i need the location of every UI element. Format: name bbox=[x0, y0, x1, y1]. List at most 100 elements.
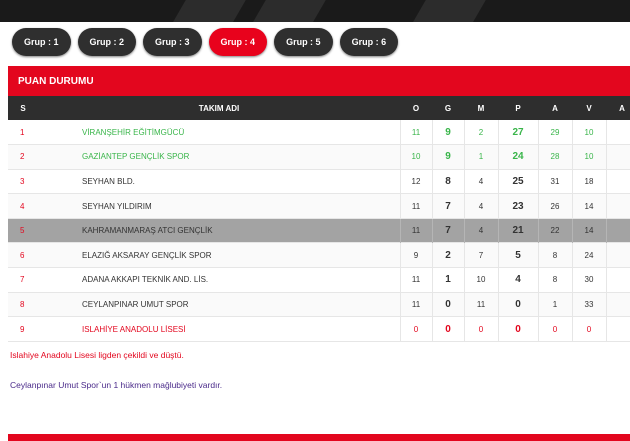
table-row: 1 VİRANŞEHİR EĞİTİMGÜCÜ 11 9 2 27 29 10 bbox=[8, 120, 630, 145]
cell-empty bbox=[605, 169, 630, 194]
cell-m: 4 bbox=[463, 169, 498, 194]
table-row: 6 ELAZIĞ AKSARAY GENÇLİK SPOR 9 2 7 5 8 24 bbox=[8, 242, 630, 268]
cell-pos: 9 bbox=[20, 324, 25, 334]
cell-o: 0 bbox=[399, 316, 432, 342]
cell-empty bbox=[605, 144, 630, 170]
cell-pos: 2 bbox=[20, 152, 25, 162]
cell-g: 1 bbox=[431, 267, 464, 293]
col-header-p: P bbox=[515, 103, 521, 113]
cell-a: 22 bbox=[537, 218, 572, 243]
cell-v: 24 bbox=[571, 242, 606, 268]
cell-empty bbox=[605, 218, 630, 243]
cell-a: 1 bbox=[537, 292, 572, 317]
table-row: 4 SEYHAN YILDIRIM 11 7 4 23 26 14 bbox=[8, 193, 630, 219]
cell-a: 8 bbox=[537, 267, 572, 293]
cell-o: 11 bbox=[399, 267, 432, 293]
cell-pos: 6 bbox=[20, 250, 25, 260]
cell-team: KAHRAMANMARAŞ ATCI GENÇLİK bbox=[82, 226, 213, 236]
cell-team: ISLAHİYE ANADOLU LİSESİ bbox=[82, 324, 186, 334]
tab-grup-4[interactable]: Grup : 4 bbox=[208, 28, 268, 56]
cell-v: 0 bbox=[571, 316, 606, 342]
cell-o: 11 bbox=[399, 292, 432, 317]
table-row: 3 SEYHAN BLD. 12 8 4 25 31 18 bbox=[8, 169, 630, 194]
cell-v: 33 bbox=[571, 292, 606, 317]
note-withdrawn: Islahiye Anadolu Lisesi ligden çekildi v… bbox=[10, 350, 184, 360]
col-header-g: G bbox=[444, 103, 452, 113]
col-header-s: S bbox=[20, 103, 26, 113]
table-row: 7 ADANA AKKAPI TEKNİK AND. LİS. 11 1 10 4 8 30 bbox=[8, 267, 630, 293]
group-tabs: Grup : 1 Grup : 2 Grup : 3 Grup : 4 Grup… bbox=[12, 28, 399, 56]
cell-m: 10 bbox=[463, 267, 498, 293]
cell-p: 21 bbox=[497, 218, 538, 243]
cell-o: 9 bbox=[399, 242, 432, 268]
col-header-a: A bbox=[552, 103, 558, 113]
tab-grup-3[interactable]: Grup : 3 bbox=[143, 28, 202, 56]
cell-pos: 4 bbox=[20, 201, 25, 211]
cell-g: 8 bbox=[431, 169, 464, 194]
standings-title: PUAN DURUMU bbox=[8, 66, 630, 96]
cell-p: 0 bbox=[497, 316, 538, 342]
cell-team: GAZİANTEP GENÇLİK SPOR bbox=[82, 152, 190, 162]
cell-team: VİRANŞEHİR EĞİTİMGÜCÜ bbox=[82, 127, 185, 137]
cell-p: 25 bbox=[497, 169, 538, 194]
tab-grup-2[interactable]: Grup : 2 bbox=[77, 28, 137, 56]
cell-v: 18 bbox=[571, 169, 606, 194]
cell-a: 8 bbox=[537, 242, 572, 268]
cell-g: 7 bbox=[431, 193, 464, 219]
cell-a: 29 bbox=[537, 120, 572, 145]
cell-v: 10 bbox=[571, 144, 606, 170]
cell-pos: 8 bbox=[20, 299, 25, 309]
table-row: 2 GAZİANTEP GENÇLİK SPOR 10 9 1 24 28 10 bbox=[8, 144, 630, 170]
cell-p: 23 bbox=[497, 193, 538, 219]
banner-stripe bbox=[248, 0, 332, 22]
cell-empty bbox=[605, 242, 630, 268]
cell-m: 4 bbox=[463, 218, 498, 243]
cell-pos: 1 bbox=[20, 127, 25, 137]
cell-v: 30 bbox=[571, 267, 606, 293]
cell-p: 24 bbox=[497, 144, 538, 170]
cell-pos: 7 bbox=[20, 275, 25, 285]
tab-grup-6[interactable]: Grup : 6 bbox=[339, 28, 399, 56]
cell-g: 0 bbox=[431, 316, 464, 342]
cell-o: 11 bbox=[399, 193, 432, 219]
cell-g: 9 bbox=[431, 144, 464, 170]
cell-v: 10 bbox=[571, 120, 606, 145]
col-header-m: M bbox=[477, 103, 485, 113]
cell-team: ADANA AKKAPI TEKNİK AND. LİS. bbox=[82, 275, 209, 285]
cell-o: 12 bbox=[399, 169, 432, 194]
cell-team: SEYHAN BLD. bbox=[82, 176, 135, 186]
table-header-row: S TAKIM ADI O G M P A V A bbox=[8, 96, 630, 120]
cell-m: 1 bbox=[463, 144, 498, 170]
note-forfeit: Ceylanpınar Umut Spor`un 1 hükmen mağlub… bbox=[10, 380, 223, 390]
cell-a: 28 bbox=[537, 144, 572, 170]
col-header-o: O bbox=[412, 103, 420, 113]
col-header-v: V bbox=[586, 103, 592, 113]
cell-g: 9 bbox=[431, 120, 464, 145]
cell-a: 26 bbox=[537, 193, 572, 219]
cell-empty bbox=[605, 292, 630, 317]
tab-grup-5[interactable]: Grup : 5 bbox=[274, 28, 333, 56]
cell-m: 2 bbox=[463, 120, 498, 145]
cell-m: 11 bbox=[463, 292, 498, 317]
cell-g: 2 bbox=[431, 242, 464, 268]
cell-empty bbox=[605, 267, 630, 293]
cell-p: 4 bbox=[497, 267, 538, 293]
cell-empty bbox=[605, 193, 630, 219]
cell-v: 14 bbox=[571, 193, 606, 219]
cell-pos: 3 bbox=[20, 176, 25, 186]
cell-empty bbox=[605, 120, 630, 145]
cell-g: 0 bbox=[431, 292, 464, 317]
cell-m: 0 bbox=[463, 316, 498, 342]
cell-g: 7 bbox=[431, 218, 464, 243]
table-row: 9 ISLAHİYE ANADOLU LİSESİ 0 0 0 0 0 0 bbox=[8, 316, 630, 342]
cell-o: 11 bbox=[399, 218, 432, 243]
table-row: 8 CEYLANPINAR UMUT SPOR 11 0 11 0 1 33 bbox=[8, 292, 630, 317]
banner-stripe bbox=[408, 0, 492, 22]
cell-m: 7 bbox=[463, 242, 498, 268]
cell-team: CEYLANPINAR UMUT SPOR bbox=[82, 299, 189, 309]
cell-p: 0 bbox=[497, 292, 538, 317]
tab-grup-1[interactable]: Grup : 1 bbox=[12, 28, 71, 56]
cell-team: ELAZIĞ AKSARAY GENÇLİK SPOR bbox=[82, 250, 212, 260]
cell-p: 5 bbox=[497, 242, 538, 268]
standings-card: PUAN DURUMU S TAKIM ADI O G M P A V A 1 V… bbox=[8, 66, 630, 346]
